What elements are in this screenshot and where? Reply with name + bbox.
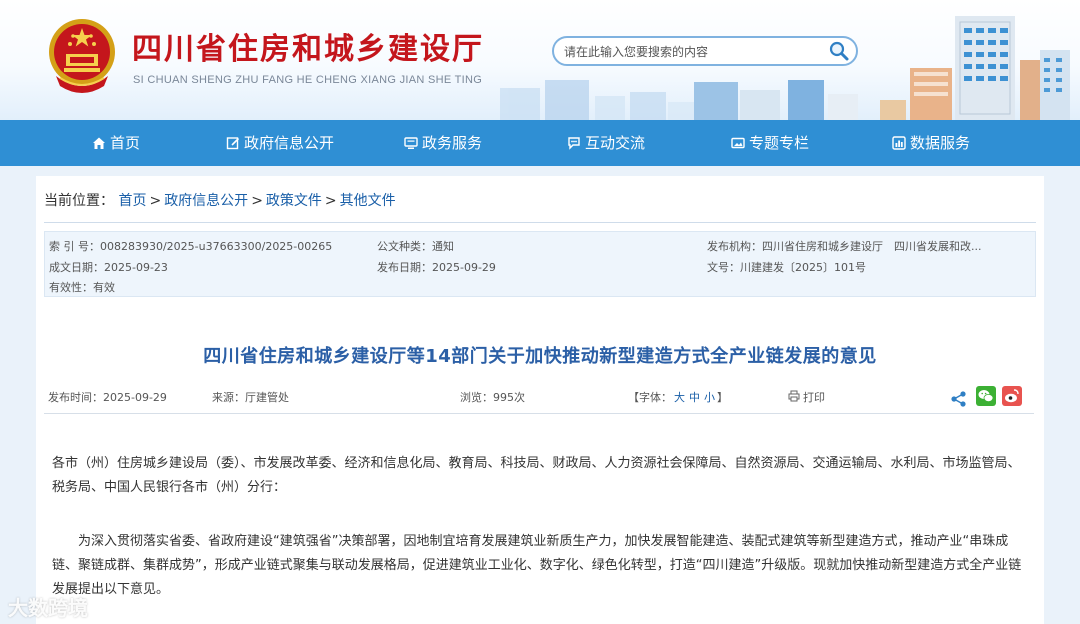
meta-doc-type: 公文种类：通知	[377, 240, 454, 253]
picture-icon	[731, 137, 745, 149]
site-title[interactable]: 四川省住房和城乡建设厅	[132, 24, 484, 68]
search-input[interactable]	[564, 43, 824, 61]
share-icon[interactable]	[950, 390, 968, 408]
breadcrumb-prefix: 当前位置：	[44, 193, 114, 209]
chat-icon	[568, 137, 580, 150]
site-subtitle: SI CHUAN SHENG ZHU FANG HE CHENG XIANG J…	[133, 74, 483, 86]
meta-publish-date: 发布日期：2025-09-29	[377, 261, 496, 274]
document-meta-box: 索 引 号：008283930/2025-u37663300/2025-0026…	[44, 231, 1036, 297]
publish-time: 发布时间：2025-09-29	[48, 391, 167, 404]
font-size-control: 【字体：大中小】	[628, 389, 728, 405]
article-paragraph: 各市（州）住房城乡建设局（委）、市发展改革委、经济和信息化局、教育局、科技局、财…	[52, 456, 1021, 495]
national-emblem-icon	[49, 19, 115, 93]
wechat-icon[interactable]	[976, 386, 996, 406]
content-panel: 当前位置： 首页 > 政府信息公开 > 政策文件 > 其他文件 索 引 号：00828393…	[36, 176, 1044, 624]
font-medium-button[interactable]: 中	[689, 391, 700, 404]
breadcrumb-divider	[44, 222, 1036, 223]
meta-publisher: 发布机构：四川省住房和城乡建设厅 四川省发展和改...	[707, 240, 982, 253]
meta-validity: 有效性：有效	[49, 281, 115, 294]
monitor-icon	[404, 137, 418, 149]
edit-icon	[226, 137, 240, 150]
print-button[interactable]: 打印	[788, 389, 825, 405]
nav-item-home[interactable]: 首页	[92, 120, 140, 166]
breadcrumb-separator: >	[251, 193, 263, 209]
breadcrumb-gov-info[interactable]: 政府信息公开	[164, 193, 248, 209]
chart-icon	[892, 136, 906, 150]
breadcrumb-home[interactable]: 首页	[118, 193, 146, 209]
breadcrumb-other-docs[interactable]: 其他文件	[340, 193, 396, 209]
nav-item-services[interactable]: 政务服务	[404, 120, 482, 166]
nav-item-label: 政府信息公开	[244, 134, 335, 152]
article-paragraph: 为深入贯彻落实省委、省政府建设“建筑强省”决策部署，因地制宜培育发展建筑业新质生…	[52, 534, 1022, 597]
main-nav: 首页 政府信息公开 政务服务 互动交流 专题专栏 数据服务	[0, 120, 1080, 166]
nav-item-label: 专题专栏	[749, 134, 810, 152]
nav-item-gov-info[interactable]: 政府信息公开	[226, 120, 334, 166]
meta-written-date: 成文日期：2025-09-23	[49, 261, 168, 274]
nav-item-label: 数据服务	[910, 134, 971, 152]
watermark-text: 大数跨境	[8, 596, 88, 620]
breadcrumb-separator: >	[149, 193, 162, 209]
font-size-label-end: 】	[717, 391, 728, 404]
meta-index-no: 索 引 号：008283930/2025-u37663300/2025-0026…	[49, 240, 333, 253]
font-size-label: 【字体：	[628, 391, 672, 404]
printer-icon	[788, 390, 800, 402]
article-info-bar: 发布时间：2025-09-29 来源：厅建管处 浏览：995次 【字体：大中小】…	[44, 386, 1034, 414]
breadcrumb: 当前位置： 首页 > 政府信息公开 > 政策文件 > 其他文件	[44, 190, 396, 210]
meta-doc-no: 文号：川建建发〔2025〕101号	[707, 261, 866, 274]
nav-item-data[interactable]: 数据服务	[892, 120, 970, 166]
article-source: 来源：厅建管处	[212, 391, 289, 404]
home-icon	[93, 137, 105, 149]
nav-item-label: 政务服务	[422, 134, 483, 152]
nav-item-label: 首页	[110, 134, 141, 152]
article-title: 四川省住房和城乡建设厅等14部门关于加快推动新型建造方式全产业链发展的意见	[203, 346, 877, 367]
breadcrumb-separator: >	[324, 193, 337, 209]
search-box	[552, 36, 858, 66]
view-count: 浏览：995次	[460, 391, 525, 404]
search-icon[interactable]	[828, 40, 850, 62]
nav-item-topics[interactable]: 专题专栏	[731, 120, 809, 166]
nav-item-interaction[interactable]: 互动交流	[567, 120, 645, 166]
nav-item-label: 互动交流	[585, 134, 646, 152]
print-label: 打印	[803, 391, 825, 404]
breadcrumb-policy-docs[interactable]: 政策文件	[266, 193, 322, 209]
font-small-button[interactable]: 小	[704, 391, 715, 404]
site-header: 四川省住房和城乡建设厅 SI CHUAN SHENG ZHU FANG HE C…	[0, 0, 1080, 120]
font-large-button[interactable]: 大	[674, 391, 685, 404]
weibo-icon[interactable]	[1002, 386, 1022, 406]
